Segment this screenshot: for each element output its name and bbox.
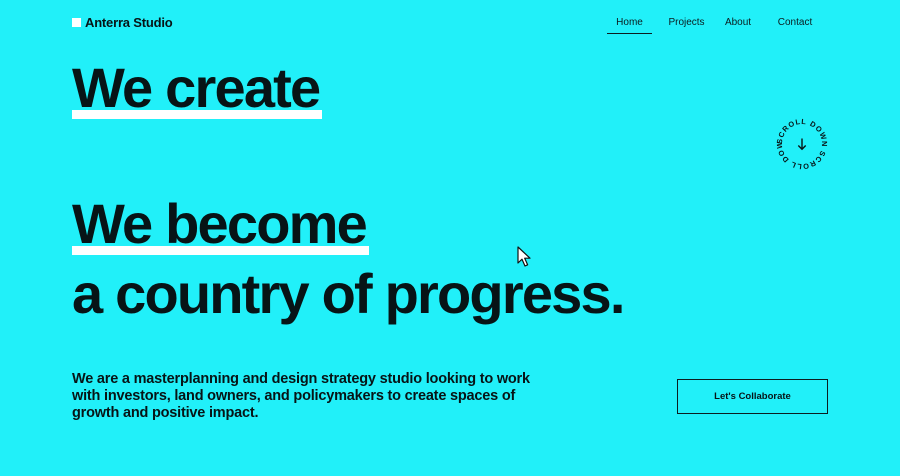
logo-square-icon	[72, 18, 81, 27]
scroll-down-badge[interactable]: SCROLL DOWN SCROLL DOWN	[771, 109, 830, 172]
main-nav: Home Projects About Contact	[607, 14, 812, 34]
arrow-down-icon	[797, 138, 807, 151]
nav-about[interactable]: About	[725, 14, 751, 34]
headline-line-1: We create	[72, 56, 323, 119]
headline-we-create: We create	[72, 56, 323, 119]
nav-projects[interactable]: Projects	[656, 14, 717, 34]
studio-description: We are a masterplanning and design strat…	[72, 371, 530, 421]
collaborate-button[interactable]: Let's Collaborate	[677, 379, 828, 414]
nav-home[interactable]: Home	[607, 14, 652, 34]
mouse-pointer-icon	[517, 246, 531, 267]
nav-contact[interactable]: Contact	[778, 14, 812, 34]
brand-logo[interactable]: Anterra Studio	[72, 15, 173, 30]
page: Anterra Studio Home Projects About Conta…	[0, 0, 900, 476]
brand-name: Anterra Studio	[85, 15, 173, 30]
headline-line-2: We become	[72, 192, 369, 255]
headline-line-3: a country of progress.	[72, 262, 625, 325]
scroll-down-ring: SCROLL DOWN SCROLL DOWN	[771, 109, 828, 171]
headline-we-become: We become	[72, 192, 369, 255]
